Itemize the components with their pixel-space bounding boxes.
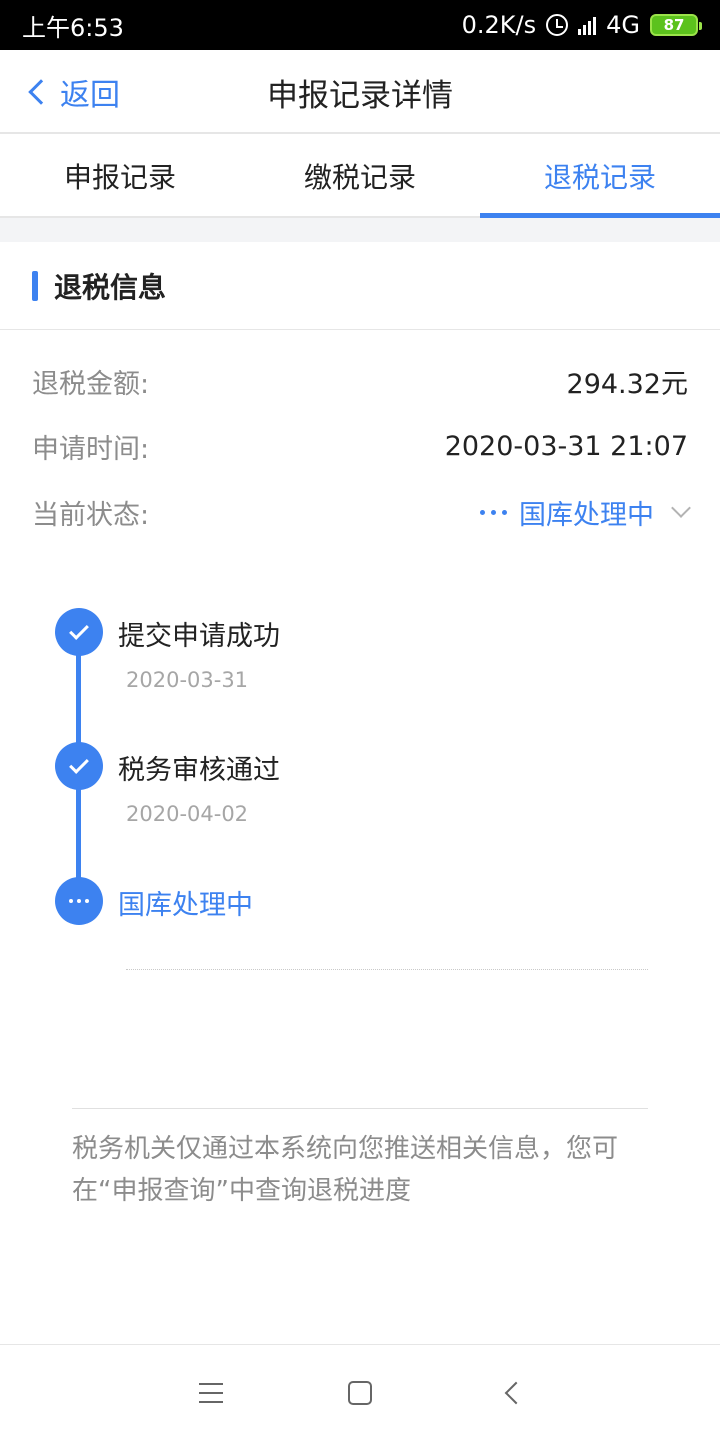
check-icon <box>69 620 89 640</box>
notice-divider <box>72 1108 648 1109</box>
home-icon[interactable] <box>348 1381 372 1405</box>
check-icon <box>69 754 89 774</box>
tab-declaration-records[interactable]: 申报记录 <box>0 136 240 216</box>
processing-dots-icon <box>480 509 507 515</box>
refund-amount-row: 退税金额: 294.32元 <box>32 361 688 401</box>
network-type: 4G <box>606 11 640 39</box>
current-status-label: 当前状态: <box>32 499 150 531</box>
signal-icon <box>578 15 597 35</box>
battery-icon: 87 <box>650 14 702 36</box>
chevron-down-icon <box>671 498 691 518</box>
network-speed: 0.2K/s <box>461 11 537 39</box>
step-title: 税务审核通过 <box>118 755 280 786</box>
back-button[interactable]: 返回 <box>26 50 120 134</box>
step-date: 2020-03-31 <box>126 668 249 692</box>
step-complete-circle <box>55 608 103 656</box>
step-title: 提交申请成功 <box>118 621 280 652</box>
step-complete-circle <box>55 742 103 790</box>
back-label: 返回 <box>60 78 120 113</box>
section-header: 退税信息 <box>0 242 720 330</box>
tab-payment-records[interactable]: 缴税记录 <box>240 136 480 216</box>
section-gap <box>0 218 720 242</box>
section-title: 退税信息 <box>54 270 167 304</box>
apply-time-value: 2020-03-31 21:07 <box>444 430 688 462</box>
alarm-icon <box>546 14 569 36</box>
tab-refund-records[interactable]: 退税记录 <box>480 136 720 218</box>
apply-time-row: 申请时间: 2020-03-31 21:07 <box>32 426 688 466</box>
menu-icon[interactable] <box>199 1383 223 1403</box>
system-nav-bar <box>0 1344 720 1440</box>
current-status-value: 国库处理中 <box>519 499 654 531</box>
status-indicators: 0.2K/s 4G 87 <box>461 11 702 39</box>
current-status-row[interactable]: 当前状态: 国库处理中 <box>32 492 691 532</box>
step-title-current: 国库处理中 <box>118 890 253 921</box>
status-bar: 上午6:53 0.2K/s 4G 87 <box>0 0 720 50</box>
refund-amount-value: 294.32元 <box>566 368 688 400</box>
step-date: 2020-04-02 <box>126 802 249 826</box>
chevron-left-icon <box>28 79 54 105</box>
dotted-divider <box>126 969 648 970</box>
battery-level: 87 <box>663 16 685 34</box>
notice-text: 税务机关仅通过本系统向您推送相关信息，您可在“申报查询”中查询退税进度 <box>72 1134 619 1206</box>
ellipsis-icon <box>69 899 89 903</box>
status-time: 上午6:53 <box>22 13 124 42</box>
section-marker <box>32 270 38 301</box>
nav-bar: 申报记录详情 返回 <box>0 50 720 134</box>
current-status-toggle[interactable]: 国库处理中 <box>480 493 691 532</box>
refund-amount-label: 退税金额: <box>32 368 150 400</box>
record-tabs: 申报记录 缴税记录 退税记录 <box>0 136 720 218</box>
step-current-circle <box>55 877 103 925</box>
apply-time-label: 申请时间: <box>32 433 150 465</box>
back-nav-icon[interactable] <box>504 1381 528 1405</box>
